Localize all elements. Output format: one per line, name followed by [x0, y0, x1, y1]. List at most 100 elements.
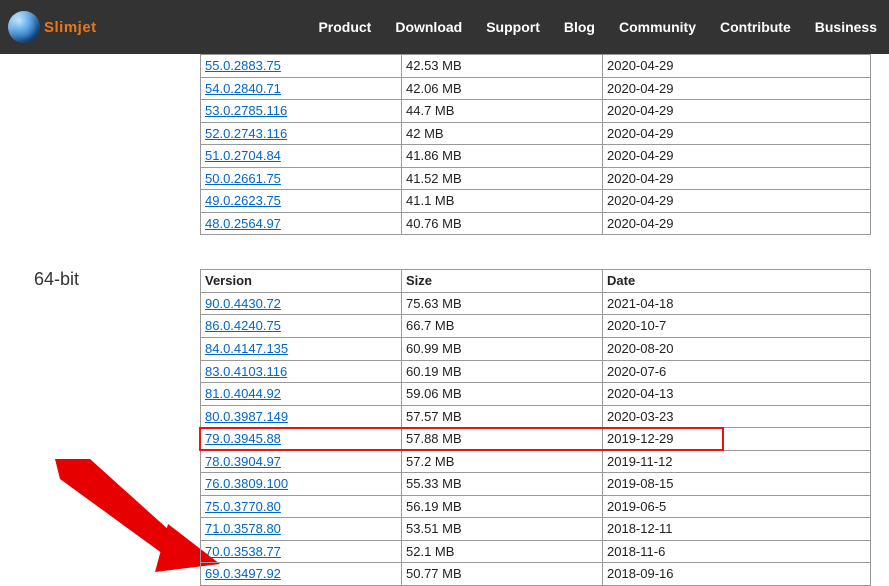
cell-date: 2018-12-11	[603, 518, 871, 541]
version-link[interactable]: 80.0.3987.149	[205, 409, 288, 424]
versions-table-64bit: Version Size Date 90.0.4430.7275.63 MB20…	[200, 269, 871, 586]
cell-version: 48.0.2564.97	[201, 212, 402, 235]
annotation-arrow-icon	[50, 454, 220, 574]
cell-date: 2019-12-29	[603, 428, 871, 451]
version-link[interactable]: 52.0.2743.116	[205, 126, 287, 141]
cell-size: 60.99 MB	[402, 338, 603, 361]
table-row: 48.0.2564.9740.76 MB2020-04-29	[201, 212, 871, 235]
cell-size: 50.77 MB	[402, 563, 603, 586]
cell-size: 42.53 MB	[402, 55, 603, 78]
cell-version: 54.0.2840.71	[201, 77, 402, 100]
cell-size: 60.19 MB	[402, 360, 603, 383]
cell-date: 2020-08-20	[603, 338, 871, 361]
cell-size: 53.51 MB	[402, 518, 603, 541]
table-row: 51.0.2704.84 41.86 MB2020-04-29	[201, 145, 871, 168]
nav-product[interactable]: Product	[318, 19, 371, 35]
cell-version: 80.0.3987.149	[201, 405, 402, 428]
section-heading-64bit: 64-bit	[0, 269, 200, 290]
cell-version: 81.0.4044.92	[201, 383, 402, 406]
nav-community[interactable]: Community	[619, 19, 696, 35]
version-link[interactable]: 70.0.3538.77	[205, 544, 281, 559]
cell-size: 41.52 MB	[402, 167, 603, 190]
cell-date: 2018-09-16	[603, 563, 871, 586]
nav-business[interactable]: Business	[815, 19, 877, 35]
nav-support[interactable]: Support	[486, 19, 540, 35]
site-logo[interactable]: Slimjet	[8, 11, 97, 43]
version-link[interactable]: 50.0.2661.75	[205, 171, 281, 186]
cell-version: 49.0.2623.75	[201, 190, 402, 213]
cell-version: 50.0.2661.75	[201, 167, 402, 190]
brand-name: Slimjet	[44, 19, 97, 36]
version-link[interactable]: 79.0.3945.88	[205, 431, 281, 446]
col-header-size: Size	[402, 270, 603, 293]
table-row: 50.0.2661.75 41.52 MB2020-04-29	[201, 167, 871, 190]
col-header-date: Date	[603, 270, 871, 293]
cell-date: 2020-04-29	[603, 77, 871, 100]
table-row: 83.0.4103.11660.19 MB2020-07-6	[201, 360, 871, 383]
cell-version: 90.0.4430.72	[201, 292, 402, 315]
nav-download[interactable]: Download	[395, 19, 462, 35]
cell-version: 86.0.4240.75	[201, 315, 402, 338]
version-link[interactable]: 53.0.2785.116	[205, 103, 287, 118]
primary-nav: Product Download Support Blog Community …	[318, 19, 877, 35]
cell-version: 84.0.4147.135	[201, 338, 402, 361]
cell-size: 44.7 MB	[402, 100, 603, 123]
table-row: 76.0.3809.100 55.33 MB2019-08-15	[201, 473, 871, 496]
cell-date: 2020-04-29	[603, 145, 871, 168]
version-link[interactable]: 86.0.4240.75	[205, 318, 281, 333]
version-link[interactable]: 76.0.3809.100	[205, 476, 288, 491]
table-row: 54.0.2840.7142.06 MB2020-04-29	[201, 77, 871, 100]
table-row: 84.0.4147.135 60.99 MB2020-08-20	[201, 338, 871, 361]
version-link[interactable]: 55.0.2883.75	[205, 58, 281, 73]
version-link[interactable]: 69.0.3497.92	[205, 566, 281, 581]
version-link[interactable]: 81.0.4044.92	[205, 386, 281, 401]
table-row: 86.0.4240.7566.7 MB2020-10-7	[201, 315, 871, 338]
cell-date: 2018-11-6	[603, 540, 871, 563]
table-row: 71.0.3578.80 53.51 MB2018-12-11	[201, 518, 871, 541]
cell-size: 42 MB	[402, 122, 603, 145]
table-row: 52.0.2743.116 42 MB2020-04-29	[201, 122, 871, 145]
cell-date: 2020-04-29	[603, 190, 871, 213]
version-link[interactable]: 48.0.2564.97	[205, 216, 281, 231]
cell-size: 40.76 MB	[402, 212, 603, 235]
nav-blog[interactable]: Blog	[564, 19, 595, 35]
cell-date: 2019-08-15	[603, 473, 871, 496]
globe-icon	[8, 11, 40, 43]
version-link[interactable]: 54.0.2840.71	[205, 81, 281, 96]
cell-version: 51.0.2704.84	[201, 145, 402, 168]
cell-date: 2020-04-29	[603, 167, 871, 190]
cell-date: 2020-04-13	[603, 383, 871, 406]
table-header-row: Version Size Date	[201, 270, 871, 293]
cell-version: 55.0.2883.75	[201, 55, 402, 78]
cell-version: 76.0.3809.100	[201, 473, 402, 496]
cell-size: 41.86 MB	[402, 145, 603, 168]
cell-date: 2020-10-7	[603, 315, 871, 338]
table-row: 90.0.4430.72 75.63 MB2021-04-18	[201, 292, 871, 315]
table-row: 81.0.4044.9259.06 MB2020-04-13	[201, 383, 871, 406]
cell-date: 2020-04-29	[603, 122, 871, 145]
cell-size: 75.63 MB	[402, 292, 603, 315]
cell-size: 57.57 MB	[402, 405, 603, 428]
site-header: Slimjet Product Download Support Blog Co…	[0, 0, 889, 54]
cell-date: 2021-04-18	[603, 292, 871, 315]
cell-size: 55.33 MB	[402, 473, 603, 496]
cell-date: 2019-11-12	[603, 450, 871, 473]
version-link[interactable]: 51.0.2704.84	[205, 148, 281, 163]
version-link[interactable]: 71.0.3578.80	[205, 521, 281, 536]
table-row: 69.0.3497.92 50.77 MB2018-09-16	[201, 563, 871, 586]
table-row: 79.0.3945.8857.88 MB2019-12-29	[201, 428, 871, 451]
table-row: 70.0.3538.77 52.1 MB2018-11-6	[201, 540, 871, 563]
version-link[interactable]: 49.0.2623.75	[205, 193, 281, 208]
table-row: 75.0.3770.8056.19 MB2019-06-5	[201, 495, 871, 518]
version-link[interactable]: 84.0.4147.135	[205, 341, 288, 356]
version-link[interactable]: 78.0.3904.97	[205, 454, 281, 469]
version-link[interactable]: 90.0.4430.72	[205, 296, 281, 311]
cell-version: 53.0.2785.116	[201, 100, 402, 123]
cell-version: 79.0.3945.88	[201, 428, 402, 451]
cell-size: 52.1 MB	[402, 540, 603, 563]
table-row: 80.0.3987.14957.57 MB2020-03-23	[201, 405, 871, 428]
nav-contribute[interactable]: Contribute	[720, 19, 791, 35]
version-link[interactable]: 83.0.4103.116	[205, 364, 287, 379]
cell-date: 2020-04-29	[603, 100, 871, 123]
version-link[interactable]: 75.0.3770.80	[205, 499, 281, 514]
